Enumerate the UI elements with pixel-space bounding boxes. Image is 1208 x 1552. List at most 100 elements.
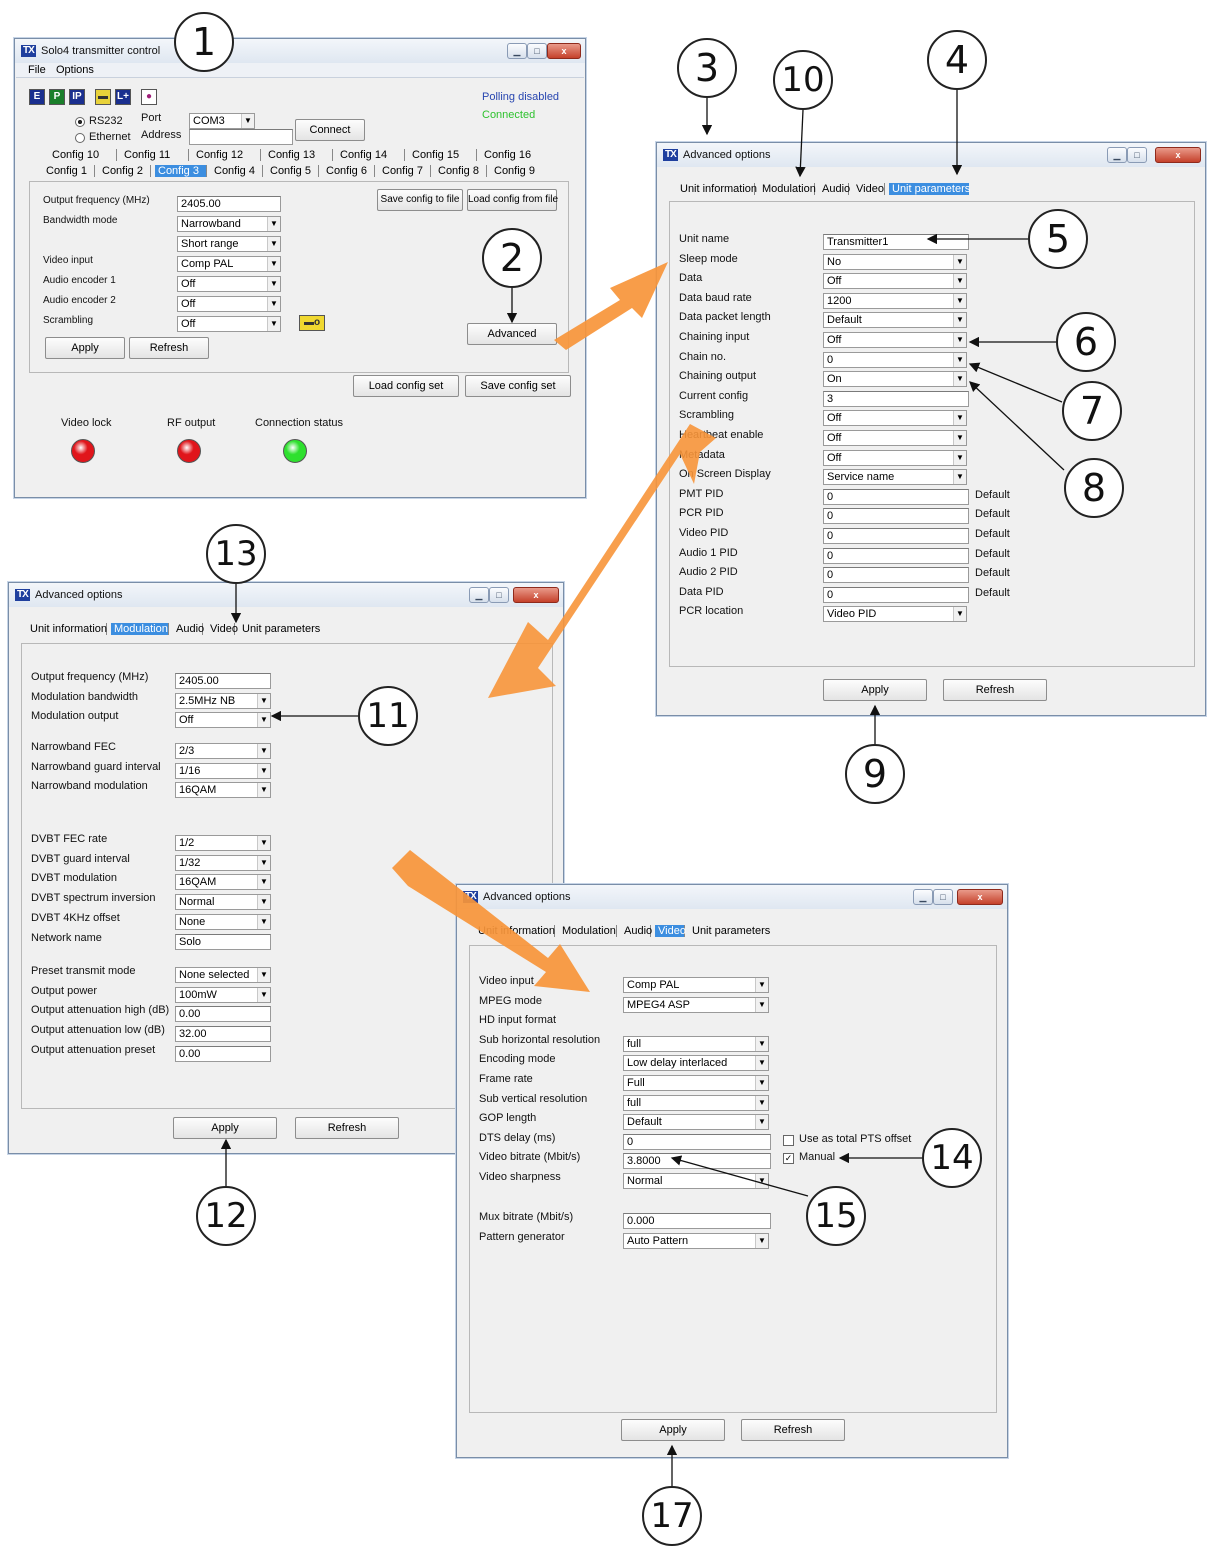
tab-config-6[interactable]: Config 6	[323, 165, 375, 177]
video-input-select[interactable]: Comp PAL ▼	[177, 256, 281, 272]
apply-button[interactable]: Apply	[173, 1117, 277, 1139]
output-attenuation-high-db-field[interactable]: 0.00	[175, 1006, 271, 1023]
close-icon[interactable]: x	[957, 889, 1003, 905]
rs232-radio[interactable]	[75, 117, 85, 127]
pmt-pid-field[interactable]: 0	[823, 488, 969, 505]
minimize-icon[interactable]: ▁	[507, 43, 527, 59]
tab-unit-parameters[interactable]: Unit parameters	[239, 623, 320, 635]
blank-select[interactable]: Short range ▼	[177, 236, 281, 252]
dvbt-4khz-offset-select[interactable]: None ▼	[175, 913, 271, 930]
p-icon[interactable]: P	[49, 89, 65, 105]
advanced-button[interactable]: Advanced	[467, 323, 557, 345]
narrowband-guard-interval-select[interactable]: 1/16 ▼	[175, 762, 271, 779]
minimize-icon[interactable]: ▁	[1107, 147, 1127, 163]
refresh-button[interactable]: Refresh	[943, 679, 1047, 701]
refresh-button[interactable]: Refresh	[741, 1419, 845, 1441]
apply-button[interactable]: Apply	[45, 337, 125, 359]
dvbt-guard-interval-select[interactable]: 1/32 ▼	[175, 854, 271, 871]
audio-2-pid-field[interactable]: 0	[823, 567, 969, 584]
minimize-icon[interactable]: ▁	[469, 587, 489, 603]
output-power-select[interactable]: 100mW ▼	[175, 986, 271, 1003]
tab-config-11[interactable]: Config 11	[121, 149, 189, 161]
pcr-pid-field[interactable]: 0	[823, 508, 969, 525]
tab-audio[interactable]: Audio	[173, 623, 204, 635]
refresh-button[interactable]: Refresh	[129, 337, 209, 359]
load-config-set-button[interactable]: Load config set	[353, 375, 459, 397]
chain-no-select[interactable]: 0 ▼	[823, 351, 967, 368]
disc-icon[interactable]: ●	[141, 89, 157, 105]
narrowband-modulation-select[interactable]: 16QAM ▼	[175, 782, 271, 799]
current-config-field[interactable]: 3	[823, 390, 969, 407]
tab-audio[interactable]: Audio	[819, 183, 850, 195]
tab-config-15[interactable]: Config 15	[409, 149, 477, 161]
output-attenuation-preset-field[interactable]: 0.00	[175, 1045, 271, 1062]
on-screen-display-select[interactable]: Service name ▼	[823, 469, 967, 486]
gop-length-select[interactable]: Default ▼	[623, 1114, 769, 1131]
modulation-bandwidth-select[interactable]: 2.5MHz NB ▼	[175, 692, 271, 709]
close-icon[interactable]: x	[513, 587, 559, 603]
maximize-icon[interactable]: □	[527, 43, 547, 59]
tab-modulation[interactable]: Modulation	[559, 925, 617, 937]
sleep-mode-select[interactable]: No ▼	[823, 253, 967, 270]
audio-encoder-2-select[interactable]: Off ▼	[177, 296, 281, 312]
sub-horizontal-resolution-select[interactable]: full ▼	[623, 1035, 769, 1052]
tab-unit-information[interactable]: Unit information	[475, 925, 555, 937]
menu-options[interactable]: Options	[56, 64, 94, 76]
tab-config-14[interactable]: Config 14	[337, 149, 405, 161]
pcr-location-select[interactable]: Video PID ▼	[823, 606, 967, 623]
data-pid-field[interactable]: 0	[823, 586, 969, 603]
tab-video[interactable]: Video	[207, 623, 238, 635]
video-bitrate-mbit-s-field[interactable]: 3.8000	[623, 1153, 771, 1170]
tab-config-4[interactable]: Config 4	[211, 165, 263, 177]
pattern-generator-select[interactable]: Auto Pattern ▼	[623, 1233, 769, 1249]
mux-bitrate-mbit-s-field[interactable]: 0.000	[623, 1213, 771, 1229]
save-config-to-file-button[interactable]: Save config to file	[377, 189, 463, 211]
ip-icon[interactable]: IP	[69, 89, 85, 105]
video-input-select[interactable]: Comp PAL ▼	[623, 977, 769, 993]
menu-file[interactable]: File	[28, 64, 46, 76]
save-config-set-button[interactable]: Save config set	[465, 375, 571, 397]
scrambling-select[interactable]: Off ▼	[177, 316, 281, 332]
key-icon[interactable]: ▬	[95, 89, 111, 105]
tab-video[interactable]: Video	[655, 925, 686, 937]
bandwidth-mode-select[interactable]: Narrowband ▼	[177, 216, 281, 232]
audio-encoder-1-select[interactable]: Off ▼	[177, 276, 281, 292]
tab-config-9[interactable]: Config 9	[491, 165, 539, 177]
load-config-from-file-button[interactable]: Load config from file	[467, 189, 558, 211]
chaining-output-select[interactable]: On ▼	[823, 371, 967, 388]
output-frequency-mhz-field[interactable]: 2405.00	[177, 196, 281, 212]
maximize-icon[interactable]: □	[933, 889, 953, 905]
connect-button[interactable]: Connect	[295, 119, 365, 141]
dts-delay-ms-field[interactable]: 0	[623, 1133, 771, 1150]
tab-config-3[interactable]: Config 3	[155, 165, 207, 177]
network-name-field[interactable]: Solo	[175, 933, 271, 950]
tab-audio[interactable]: Audio	[621, 925, 652, 937]
metadata-select[interactable]: Off ▼	[823, 449, 967, 466]
mpeg-mode-select[interactable]: MPEG4 ASP ▼	[623, 996, 769, 1013]
ethernet-radio[interactable]	[75, 133, 85, 143]
tab-config-13[interactable]: Config 13	[265, 149, 333, 161]
preset-transmit-mode-select[interactable]: None selected ▼	[175, 967, 271, 983]
tab-config-2[interactable]: Config 2	[99, 165, 151, 177]
close-icon[interactable]: x	[1155, 147, 1201, 163]
video-pid-field[interactable]: 0	[823, 528, 969, 544]
scrambling-select[interactable]: Off ▼	[823, 410, 967, 427]
output-attenuation-low-db-field[interactable]: 32.00	[175, 1026, 271, 1043]
port-select[interactable]: COM3 ▼	[189, 113, 255, 129]
sub-vertical-resolution-select[interactable]: full ▼	[623, 1094, 769, 1111]
refresh-button[interactable]: Refresh	[295, 1117, 399, 1139]
tab-modulation[interactable]: Modulation	[759, 183, 816, 195]
video-sharpness-select[interactable]: Normal ▼	[623, 1173, 769, 1189]
apply-button[interactable]: Apply	[823, 679, 927, 701]
minimize-icon[interactable]: ▁	[913, 889, 933, 905]
chaining-input-select[interactable]: Off ▼	[823, 332, 967, 348]
tab-modulation[interactable]: Modulation	[111, 623, 169, 635]
tab-unit-parameters[interactable]: Unit parameters	[689, 925, 770, 937]
tab-config-10[interactable]: Config 10	[49, 149, 117, 161]
heartbeat-enable-select[interactable]: Off ▼	[823, 430, 967, 446]
tab-config-7[interactable]: Config 7	[379, 165, 431, 177]
tab-config-8[interactable]: Config 8	[435, 165, 487, 177]
dvbt-fec-rate-select[interactable]: 1/2 ▼	[175, 835, 271, 851]
tab-unit-information[interactable]: Unit information	[27, 623, 107, 635]
add-icon[interactable]: L+	[115, 89, 131, 105]
